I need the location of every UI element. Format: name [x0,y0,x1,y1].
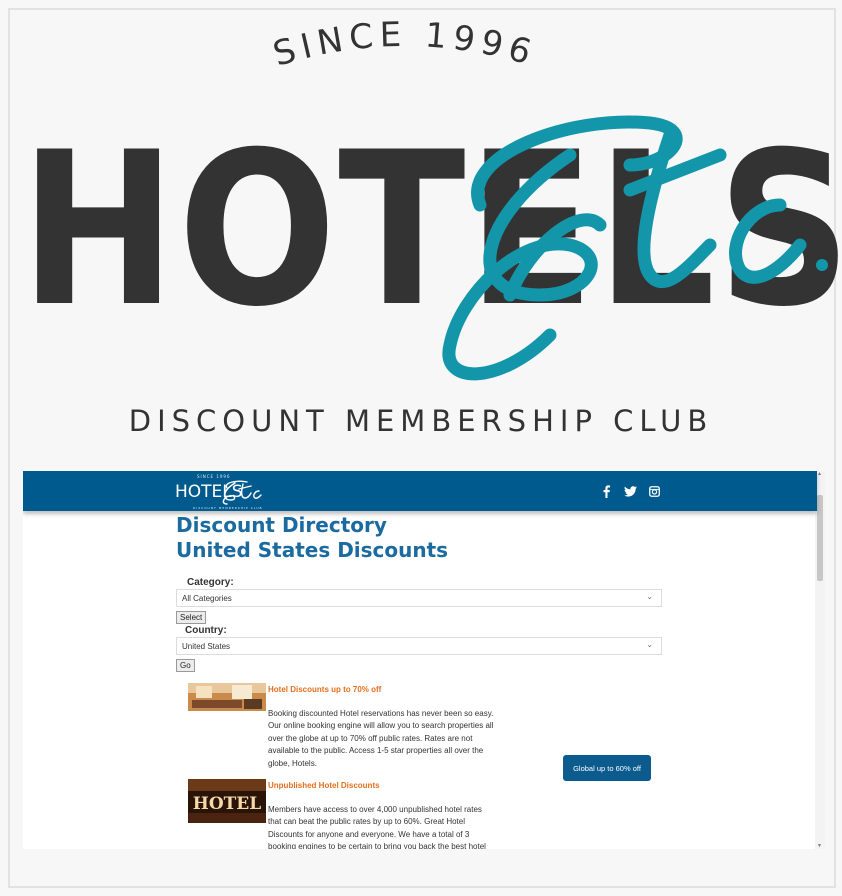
nav-logo-club: DISCOUNT MEMBERSHIP CLUB [193,506,263,510]
brand-script-etc [420,95,840,395]
country-select-value: United States [182,642,231,651]
scroll-up-icon[interactable]: ▲ [817,471,822,477]
country-select[interactable]: United States ⌄ [176,637,662,655]
tagline: DISCOUNT MEMBERSHIP CLUB [128,404,714,438]
page-subtitle: United States Discounts [176,538,449,562]
svg-text:. SINCE 1996 .: . SINCE 1996 . [250,20,559,80]
listing-description: Booking discounted Hotel reservations ha… [268,709,494,768]
page-title: Discount Directory [176,513,387,537]
hero-logo: . SINCE 1996 . HOTELS DISCOUNT MEMBERSHI… [0,0,842,470]
hotel-sign-thumbnail[interactable]: HOTEL [188,779,266,823]
hotel-room-thumbnail[interactable] [188,683,266,711]
go-button[interactable]: Go [176,659,195,672]
since-arc-text: . SINCE 1996 . [242,0,560,80]
category-label: Category: [187,577,234,588]
scrollbar-thumb[interactable] [817,495,823,581]
hotel-sign-text: HOTEL [193,794,261,814]
since-text: SINCE 1996 [269,20,541,75]
country-label: Country: [185,625,227,636]
site-viewport: SINCE 1996 HOTELS DISCOUNT MEMBERSHIP CL… [23,471,825,849]
navbar: SINCE 1996 HOTELS DISCOUNT MEMBERSHIP CL… [23,471,817,511]
category-select-value: All Categories [182,594,232,603]
instagram-icon[interactable] [647,483,661,499]
listing-description: Members have access to over 4,000 unpubl… [268,805,486,849]
facebook-icon[interactable] [599,483,613,499]
scroll-down-icon[interactable]: ▼ [817,843,822,849]
listing-title[interactable]: Hotel Discounts up to 70% off [268,685,381,694]
listing-title[interactable]: Unpublished Hotel Discounts [268,781,380,790]
directory-content: Discount Directory United States Discoun… [176,513,676,849]
social-links [599,483,661,499]
nav-logo[interactable]: SINCE 1996 HOTELS DISCOUNT MEMBERSHIP CL… [175,474,265,510]
chevron-down-icon: ⌄ [646,592,653,601]
twitter-icon[interactable] [623,483,637,499]
select-button[interactable]: Select [176,611,207,624]
chevron-down-icon: ⌄ [646,640,653,649]
scrollbar[interactable]: ▲ ▼ [815,471,825,849]
category-select[interactable]: All Categories ⌄ [176,589,662,607]
global-discount-button[interactable]: Global up to 60% off [563,755,651,781]
